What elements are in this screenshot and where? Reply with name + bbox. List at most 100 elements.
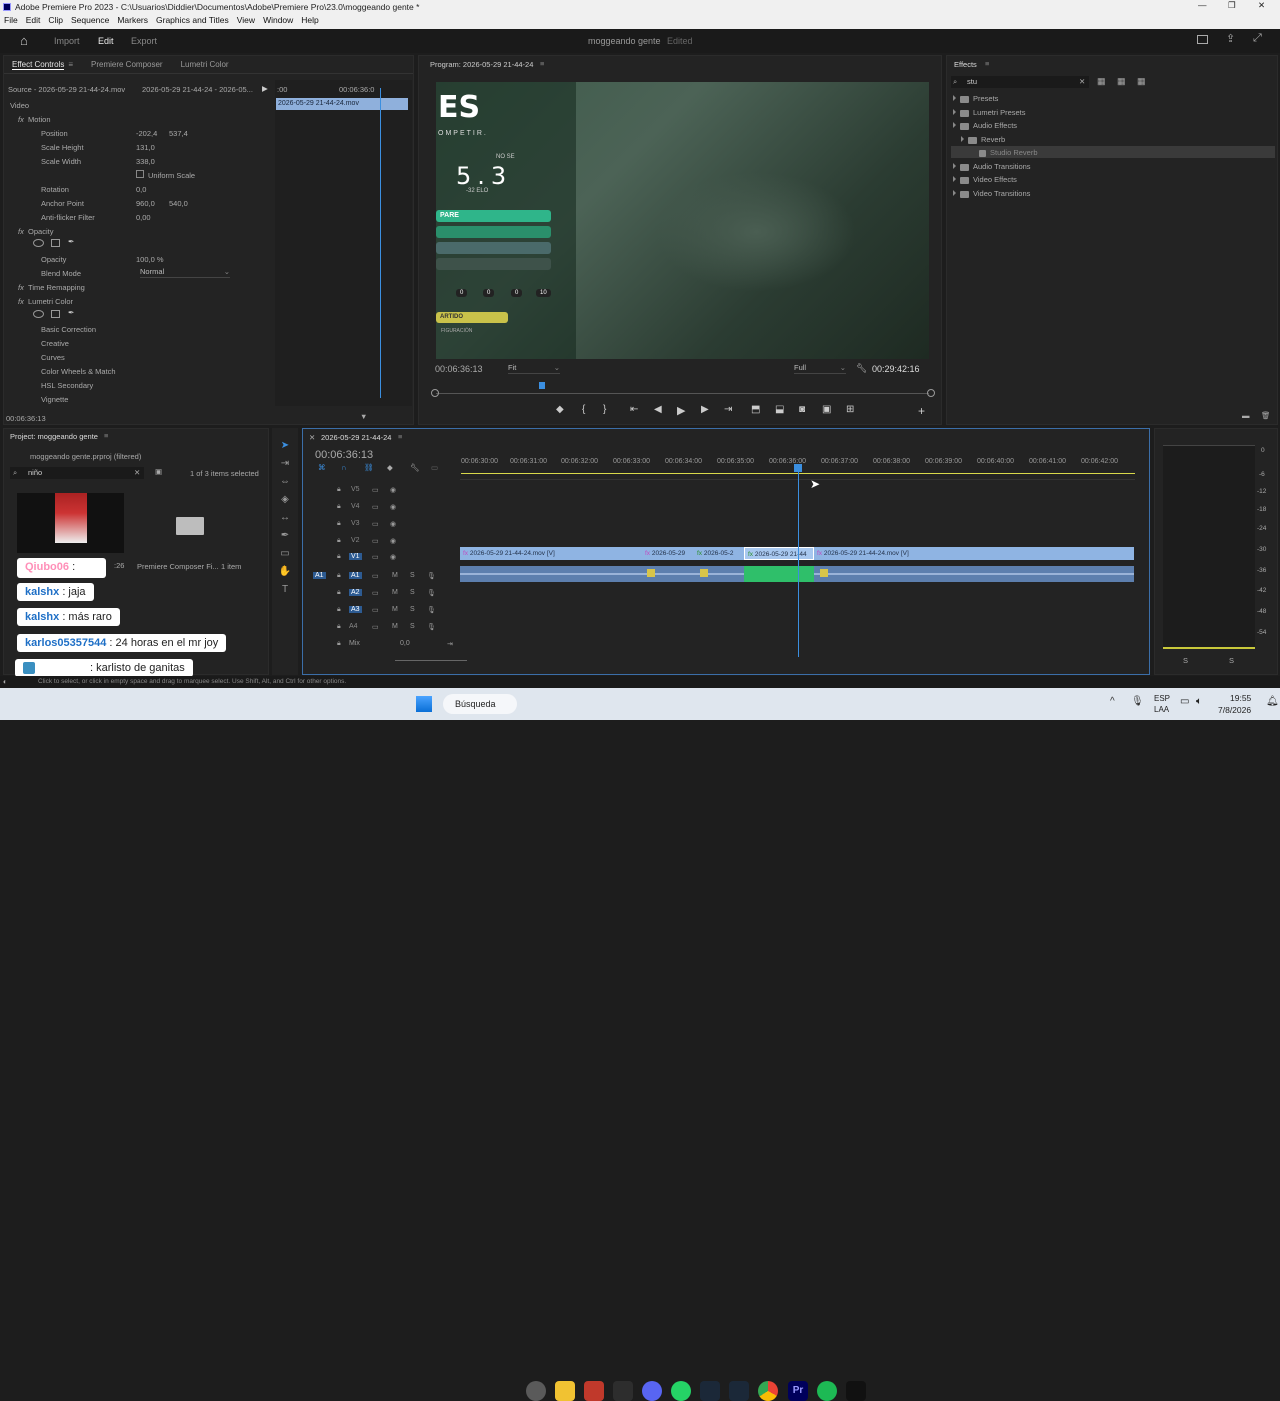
menu-graphics[interactable]: Graphics and Titles xyxy=(152,14,233,29)
anchor-x[interactable]: 960,0 xyxy=(136,199,155,208)
program-video-frame[interactable]: ES OMPETIR. NO SE 5.3 -32 ELO PARE 0 0 0… xyxy=(436,82,929,359)
track-label[interactable]: V4 xyxy=(351,503,360,510)
razor-icon[interactable]: ◈ xyxy=(278,494,292,506)
track-select-icon[interactable]: ⇥ xyxy=(278,458,292,470)
taskbar-search[interactable]: Búsqueda xyxy=(443,694,517,714)
fx-opacity[interactable]: fx Opacity xyxy=(18,227,53,236)
play-icon[interactable]: ▶ xyxy=(677,404,685,417)
camera-icon[interactable]: ◙ xyxy=(799,404,805,415)
hand-icon[interactable]: ✋ xyxy=(278,566,292,578)
bin-folder-icon[interactable] xyxy=(176,517,204,535)
step-forward-icon[interactable]: ▶ xyxy=(701,404,709,415)
tab-effect-controls[interactable]: Effect Controls xyxy=(12,60,65,70)
tab-export[interactable]: Export xyxy=(131,36,157,46)
lumetri-ellipse-mask-icon[interactable] xyxy=(33,310,44,318)
dark-app-icon[interactable] xyxy=(613,1381,633,1401)
mic-icon[interactable]: 🎙︎ xyxy=(427,572,436,580)
mic-icon[interactable]: 🎙︎ xyxy=(427,589,436,597)
minimize-icon[interactable]: — xyxy=(1198,0,1207,10)
solo-icon[interactable]: S xyxy=(410,572,415,579)
mini-timeline[interactable]: :00 00:06:36:0 2026-05-29 21-44-24.mov xyxy=(275,80,412,406)
effects-studio-reverb[interactable]: Studio Reverb xyxy=(979,148,1038,157)
timeline-playhead[interactable] xyxy=(798,465,799,657)
go-to-in-icon[interactable]: ⇤ xyxy=(630,404,638,415)
effects-audio-transitions[interactable]: Audio Transitions xyxy=(953,162,1031,171)
video-clip-5[interactable]: fx 2026-05-29 21-44-24.mov [V] xyxy=(814,547,1134,560)
captions-icon[interactable]: ▭ xyxy=(431,463,438,472)
lumetri-wheels[interactable]: Color Wheels & Match xyxy=(41,367,116,376)
pen-icon[interactable]: ✒ xyxy=(278,530,292,542)
lock-icon[interactable]: 🔒︎ xyxy=(337,606,341,614)
menu-sequence[interactable]: Sequence xyxy=(67,14,113,29)
selection-tool-icon[interactable]: ➤ xyxy=(278,440,292,452)
clock-time[interactable]: 19:55 xyxy=(1230,693,1251,703)
source-patch-a1[interactable]: A1 xyxy=(313,572,326,579)
lock-icon[interactable]: 🔒︎ xyxy=(337,553,341,561)
effects-video-effects[interactable]: Video Effects xyxy=(953,175,1017,184)
input-region[interactable]: LAA xyxy=(1154,705,1169,714)
antiflicker-value[interactable]: 0,00 xyxy=(136,213,151,222)
track-label[interactable]: V1 xyxy=(349,553,362,560)
menu-view[interactable]: View xyxy=(233,14,259,29)
video-clip-4-selected[interactable]: fx 2026-05-29 21-44 xyxy=(744,547,814,560)
sequence-label[interactable]: 2026-05-29 21-44-24 - 2026-05... xyxy=(142,85,253,94)
mix-value[interactable]: 0,0 xyxy=(400,640,410,647)
sequence-tab[interactable]: 2026-05-29 21-44-24 xyxy=(321,433,391,442)
lock-icon[interactable]: 🔒︎ xyxy=(337,537,341,545)
discord-icon[interactable] xyxy=(642,1381,662,1401)
track-label[interactable]: A3 xyxy=(349,606,362,613)
volume-icon[interactable]: 🔈︎ xyxy=(1196,696,1202,707)
eye-icon[interactable]: ◉ xyxy=(390,520,396,528)
new-bin-icon[interactable]: ▬ xyxy=(1242,411,1250,420)
meter-solo-right[interactable]: S xyxy=(1229,656,1234,665)
mute-icon[interactable]: M xyxy=(392,589,398,596)
timeline-settings-icon[interactable]: 🔧︎ xyxy=(410,463,420,472)
program-menu-icon[interactable]: ≡ xyxy=(540,59,544,68)
lumetri-creative[interactable]: Creative xyxy=(41,339,69,348)
vr-icon[interactable]: ⊞ xyxy=(846,404,854,415)
lumetri-hsl[interactable]: HSL Secondary xyxy=(41,381,93,390)
tray-mic-icon[interactable]: 🎙︎ xyxy=(1131,696,1144,707)
red-app-icon[interactable] xyxy=(584,1381,604,1401)
type-icon[interactable]: T xyxy=(278,584,292,596)
panel-menu-icon[interactable]: ≡ xyxy=(68,60,73,69)
track-label[interactable]: A1 xyxy=(349,572,362,579)
eye-icon[interactable]: ◉ xyxy=(390,537,396,545)
rectangle-icon[interactable]: ▭ xyxy=(278,548,292,560)
timeline-timecode[interactable]: 00:06:36:13 xyxy=(315,449,373,461)
sync-icon[interactable]: ▭ xyxy=(372,606,379,614)
solo-icon[interactable]: S xyxy=(410,606,415,613)
quality-select[interactable]: Full ⌄ xyxy=(794,363,846,374)
effects-search-input[interactable]: stu xyxy=(951,76,1089,88)
mute-icon[interactable]: M xyxy=(392,623,398,630)
mute-icon[interactable]: M xyxy=(392,572,398,579)
tab-edit[interactable]: Edit xyxy=(98,36,114,46)
fullscreen-icon[interactable]: ⤢ xyxy=(1253,32,1262,45)
accelerated-icon[interactable]: ▦ xyxy=(1097,76,1106,87)
clear-search-icon[interactable]: ✕ xyxy=(1079,77,1085,86)
timeline-menu-icon[interactable]: ≡ xyxy=(398,432,402,441)
sync-icon[interactable]: ▭ xyxy=(372,486,379,494)
compare-icon[interactable]: ▣ xyxy=(822,404,831,415)
effects-menu-icon[interactable]: ≡ xyxy=(985,59,989,68)
track-label[interactable]: V2 xyxy=(351,537,360,544)
program-playhead[interactable] xyxy=(539,382,545,389)
effects-audio-effects[interactable]: Audio Effects xyxy=(953,121,1017,130)
scale-width-value[interactable]: 338,0 xyxy=(136,157,155,166)
notification-icon[interactable]: 🔔︎ xyxy=(1266,696,1279,707)
mic-icon[interactable]: 🎙︎ xyxy=(427,606,436,614)
track-label[interactable]: V3 xyxy=(351,520,360,527)
input-language[interactable]: ESP xyxy=(1154,694,1170,703)
lock-icon[interactable]: 🔒︎ xyxy=(337,486,341,494)
fx-motion[interactable]: fx Motion xyxy=(18,115,51,124)
effects-video-transitions[interactable]: Video Transitions xyxy=(953,189,1030,198)
home-icon[interactable]: ⌂ xyxy=(20,33,28,48)
menu-edit[interactable]: Edit xyxy=(22,14,45,29)
project-search-input[interactable]: niño xyxy=(10,467,144,479)
mark-out-icon[interactable]: } xyxy=(603,404,606,415)
workspaces-icon[interactable] xyxy=(1197,35,1208,44)
maximize-icon[interactable]: ❐ xyxy=(1228,0,1236,11)
position-y[interactable]: 537,4 xyxy=(169,129,188,138)
clock-date[interactable]: 7/8/2026 xyxy=(1218,705,1251,715)
rect-mask-icon[interactable] xyxy=(51,239,60,247)
